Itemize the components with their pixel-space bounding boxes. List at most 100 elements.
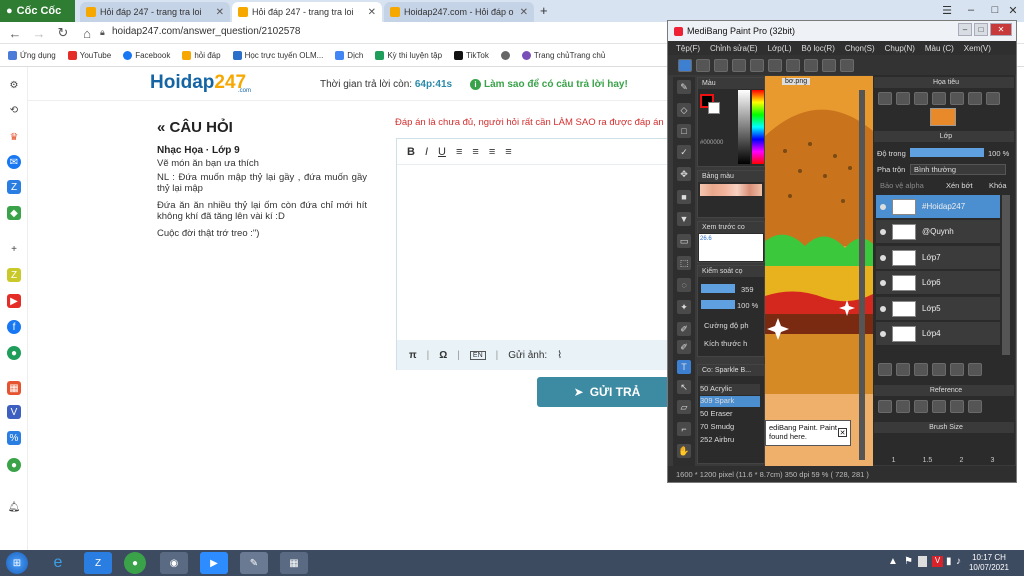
menu-view[interactable]: Xem(V)	[964, 44, 991, 53]
text-tool-icon[interactable]: T	[677, 360, 691, 374]
forward-icon[interactable]: →	[30, 24, 48, 42]
italic-button[interactable]: I	[425, 146, 428, 158]
tab-1[interactable]: Hỏi đáp 247 - trang tra loi ✕	[80, 2, 230, 22]
menu-capture[interactable]: Chụp(N)	[885, 44, 915, 53]
open-icon[interactable]	[714, 58, 728, 72]
layout-icon[interactable]	[804, 58, 818, 72]
crown-icon[interactable]: ♛	[7, 130, 21, 144]
zoom-actual-icon[interactable]	[932, 92, 946, 105]
symbol-button[interactable]: Ω	[439, 350, 447, 361]
brush-size-cell[interactable]: 3	[990, 457, 994, 464]
history-icon[interactable]: ⟲	[7, 103, 21, 117]
bookmark-tiktok[interactable]: TikTok	[454, 51, 489, 60]
undo-icon[interactable]	[822, 58, 836, 72]
grid-icon[interactable]	[786, 58, 800, 72]
new-layer-icon[interactable]	[878, 363, 892, 376]
brush-row[interactable]: 309 Spark	[700, 396, 760, 407]
folder-icon[interactable]	[932, 363, 946, 376]
canvas-scrollbar[interactable]	[859, 90, 865, 460]
close-icon[interactable]: ✕	[520, 7, 528, 18]
tab-2[interactable]: Hỏi đáp 247 - trang tra loi ✕	[232, 2, 382, 22]
eye-icon[interactable]	[880, 254, 886, 261]
blend-select[interactable]: Bình thường	[910, 164, 1006, 175]
paint-taskbar-icon[interactable]: ✎	[240, 552, 268, 574]
operation-tool-icon[interactable]: ↖	[677, 380, 691, 394]
swatch-row[interactable]	[700, 184, 762, 196]
fill-rect-tool-icon[interactable]: ■	[677, 190, 691, 204]
reset-icon[interactable]	[968, 92, 982, 105]
brush-size-cell[interactable]: 1.5	[923, 457, 933, 464]
hue-slider[interactable]	[752, 90, 764, 164]
redo-icon[interactable]	[840, 58, 854, 72]
align-center-button[interactable]: ≡	[472, 146, 478, 158]
spotify-icon[interactable]: ●	[7, 346, 21, 360]
layer-row[interactable]: #Hoidap247	[876, 195, 1000, 219]
gradient-tool-icon[interactable]: ▭	[677, 234, 691, 248]
paperclip-icon[interactable]: ⌇	[557, 350, 562, 361]
layer-row[interactable]: @Quynh	[876, 220, 1000, 244]
shopping-icon[interactable]: ▦	[7, 381, 21, 395]
add-icon[interactable]: +	[7, 242, 21, 256]
bookmark-hoidap[interactable]: hỏi đáp	[182, 51, 221, 60]
zalo-icon[interactable]: Z	[7, 180, 21, 194]
divide-tool-icon[interactable]: ▱	[677, 400, 691, 414]
howto-link[interactable]: i Làm sao để có câu trả lời hay!	[470, 79, 628, 90]
ref-zoom-in-icon[interactable]	[932, 400, 946, 413]
menu-icon[interactable]: ☰	[936, 0, 958, 20]
select-tool-icon[interactable]: ⬚	[677, 256, 691, 270]
brush-size-slider[interactable]	[701, 284, 735, 293]
zoom-out-icon[interactable]	[878, 92, 892, 105]
youtube-rail-icon[interactable]: ▶	[7, 294, 21, 308]
menu-layer[interactable]: Lớp(L)	[768, 44, 792, 53]
notification-icon[interactable]: 🔔︎	[7, 500, 21, 514]
language-button[interactable]: EN	[469, 350, 486, 360]
layer-menu-icon[interactable]	[914, 363, 928, 376]
back-icon[interactable]: ←	[6, 24, 24, 42]
messenger-icon[interactable]: ✉	[7, 155, 21, 169]
copy-layer-icon[interactable]	[896, 363, 910, 376]
bookmark-facebook[interactable]: Facebook	[123, 51, 170, 60]
brightness-slider[interactable]	[738, 90, 750, 164]
facebook-rail-icon[interactable]: f	[7, 320, 21, 334]
delete-layer-icon[interactable]	[968, 363, 982, 376]
eye-icon[interactable]	[880, 228, 886, 235]
clip-checkbox[interactable]: Xén bớt	[946, 181, 973, 190]
ref-folder-icon[interactable]	[896, 400, 910, 413]
new-tab-icon[interactable]: +	[540, 3, 548, 18]
start-button[interactable]: ⊞	[6, 552, 28, 574]
underline-button[interactable]: U	[438, 146, 446, 158]
chat-icon[interactable]	[732, 58, 746, 72]
bookmark-home[interactable]: Trang chủTrang chủ	[521, 51, 605, 60]
eyedropper-tool-icon[interactable]: ⌐	[677, 422, 691, 436]
bookmark-youtube[interactable]: YouTube	[67, 51, 111, 60]
chrome-taskbar-icon[interactable]: ◉	[160, 552, 188, 574]
ref-fit-icon[interactable]	[950, 400, 964, 413]
eye-icon[interactable]	[880, 305, 886, 312]
layer-row[interactable]: Lớp6	[876, 271, 1000, 295]
answer-editor[interactable]	[396, 138, 676, 370]
bucket-tool-icon[interactable]: ▼	[677, 212, 691, 226]
vtv-icon[interactable]: V	[7, 405, 21, 419]
canvas-tab[interactable]: bơ.png	[782, 78, 811, 85]
url-field[interactable]: hoidap247.com/answer_question/2102578	[112, 26, 300, 37]
brush-row[interactable]: 50 Eraser	[700, 409, 760, 420]
layer-scrollbar[interactable]	[1002, 195, 1010, 355]
flip-icon[interactable]	[986, 92, 1000, 105]
align-left-button[interactable]: ≡	[456, 146, 462, 158]
tooltip-close-icon[interactable]: ✕	[838, 428, 847, 437]
bookmark-apps[interactable]: Ứng dụng	[8, 51, 56, 60]
zalo-taskbar-icon[interactable]: Z	[84, 552, 112, 574]
eye-icon[interactable]	[880, 203, 886, 210]
brush-size-cell[interactable]: 2	[959, 457, 963, 464]
bookmark-olm[interactable]: Học trực tuyến OLM...	[232, 51, 323, 60]
magic-wand-tool-icon[interactable]: ✦	[677, 300, 691, 314]
browser-brand[interactable]: ● Cốc Cốc	[0, 0, 75, 22]
select-pen-tool-icon[interactable]: ✐	[677, 322, 691, 336]
navigator-thumbnail[interactable]	[930, 108, 956, 126]
menu-file[interactable]: Tệp(F)	[676, 44, 700, 53]
justify-button[interactable]: ≡	[505, 146, 511, 158]
save-icon[interactable]	[768, 58, 782, 72]
tab-3[interactable]: Hoidap247.com - Hỏi đáp o ✕	[384, 2, 534, 22]
select-eraser-tool-icon[interactable]: ✐	[677, 340, 691, 354]
bookmark-globe[interactable]	[500, 51, 510, 60]
